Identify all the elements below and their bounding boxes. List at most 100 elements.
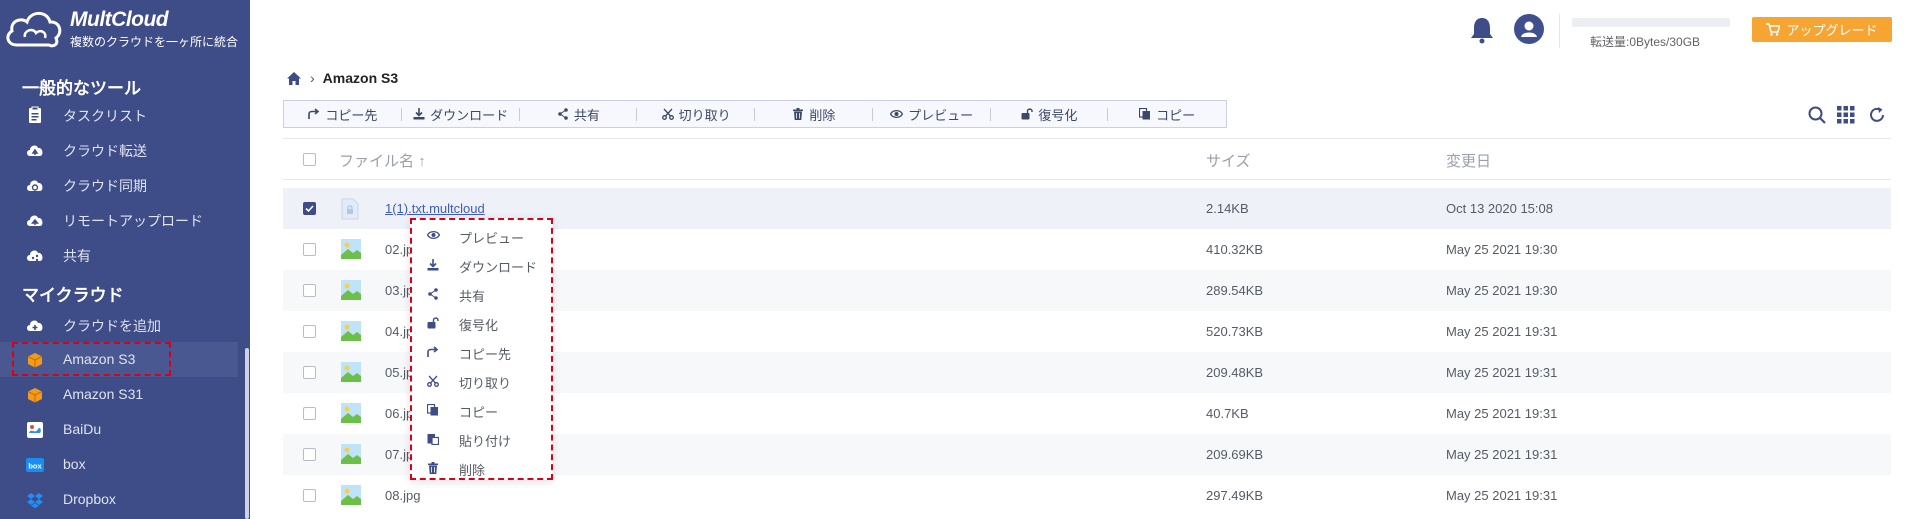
toolbar-label: プレビュー	[908, 107, 974, 123]
grid-view-icon[interactable]	[1837, 106, 1855, 124]
sidebar-item-amazon-s31[interactable]: Amazon S31	[0, 377, 238, 412]
column-header-modified[interactable]: 変更日	[1446, 150, 1491, 171]
cloud-sync-icon	[27, 180, 43, 191]
row-checkbox[interactable]	[303, 243, 316, 256]
context-preview[interactable]: プレビュー	[412, 222, 551, 251]
delete-button[interactable]: 削除	[755, 101, 873, 127]
context-delete[interactable]: 削除	[412, 454, 551, 483]
image-file-icon	[341, 239, 361, 259]
sidebar-item-label: クラウド転送	[63, 143, 147, 159]
row-checkbox[interactable]	[303, 407, 316, 420]
sidebar-item-label: リモートアップロード	[63, 213, 203, 229]
avatar[interactable]	[1514, 14, 1544, 44]
toolbar-label: 復号化	[1038, 107, 1078, 123]
context-download[interactable]: ダウンロード	[412, 251, 551, 280]
eye-icon	[427, 230, 440, 240]
row-checkbox[interactable]	[303, 448, 316, 461]
sidebar-item-box[interactable]: box box	[0, 447, 238, 482]
home-icon[interactable]	[286, 71, 302, 86]
decrypt-button[interactable]: 復号化	[991, 101, 1109, 127]
download-button[interactable]: ダウンロード	[402, 101, 520, 127]
context-label: 切り取り	[459, 376, 512, 391]
file-size: 297.49KB	[1206, 488, 1264, 503]
sidebar-item-remote-upload[interactable]: リモートアップロード	[0, 202, 238, 237]
row-checkbox[interactable]	[303, 284, 316, 297]
toolbar-label: 切り取り	[678, 107, 731, 123]
sidebar-item-cloud-transfer[interactable]: クラウド転送	[0, 132, 238, 167]
unlock-icon	[1021, 108, 1034, 120]
file-name-link[interactable]: 1(1).txt.multcloud	[385, 201, 485, 216]
baidu-icon	[27, 422, 43, 438]
image-file-icon	[341, 280, 361, 300]
logo[interactable]: MultCloud 複数のクラウドを一ヶ所に統合	[0, 0, 250, 56]
paste-icon	[427, 434, 439, 445]
bell-icon[interactable]	[1470, 16, 1494, 44]
file-size: 2.14KB	[1206, 201, 1249, 216]
sidebar-item-cloud-sync[interactable]: クラウド同期	[0, 167, 238, 202]
row-checkbox[interactable]	[303, 202, 316, 215]
image-file-icon	[341, 444, 361, 464]
cloud-transfer-icon	[27, 145, 43, 156]
user-icon	[1521, 21, 1537, 37]
add-cloud-button[interactable]: クラウドを追加	[0, 307, 238, 342]
file-date: Oct 13 2020 15:08	[1446, 201, 1553, 216]
row-checkbox[interactable]	[303, 366, 316, 379]
context-copy-to[interactable]: コピー先	[412, 338, 551, 367]
copy-icon	[427, 404, 438, 416]
column-header-name[interactable]: ファイル名 ↑	[339, 150, 426, 171]
context-paste[interactable]: 貼り付け	[412, 425, 551, 454]
context-label: 復号化	[459, 318, 499, 333]
scissors-icon	[427, 375, 439, 387]
sidebar-item-share[interactable]: 共有	[0, 237, 238, 272]
context-decrypt[interactable]: 復号化	[412, 309, 551, 338]
sidebar-item-label: Dropbox	[63, 491, 116, 507]
app-subtitle: 複数のクラウドを一ヶ所に統合	[70, 35, 239, 49]
preview-button[interactable]: プレビュー	[873, 101, 991, 127]
context-copy[interactable]: コピー	[412, 396, 551, 425]
cut-button[interactable]: 切り取り	[637, 101, 755, 127]
copy-button[interactable]: コピー	[1108, 101, 1226, 127]
share-button[interactable]: 共有	[520, 101, 638, 127]
row-checkbox[interactable]	[303, 325, 316, 338]
sidebar-item-dropbox[interactable]: Dropbox	[0, 482, 238, 517]
context-cut[interactable]: 切り取り	[412, 367, 551, 396]
locked-file-icon	[341, 198, 359, 220]
sidebar-scrollbar[interactable]	[245, 348, 249, 519]
scissors-icon	[661, 108, 674, 120]
file-toolbar: コピー先 ダウンロード 共有 切り取り 削除 プレビュー 復号化 コピー	[283, 100, 1227, 128]
sidebar-item-task-list[interactable]: タスクリスト	[0, 97, 238, 132]
highlight-annotation	[12, 342, 171, 376]
file-date: May 25 2021 19:31	[1446, 406, 1558, 421]
toolbar-label: コピー先	[325, 107, 378, 123]
file-size: 289.54KB	[1206, 283, 1264, 298]
chevron-right-icon: ›	[310, 70, 315, 86]
file-name[interactable]: 08.jpg	[385, 488, 420, 503]
share-cloud-icon	[27, 250, 43, 262]
search-icon[interactable]	[1808, 106, 1826, 124]
cart-icon	[1766, 23, 1781, 36]
checkmark-icon	[305, 205, 314, 213]
refresh-icon[interactable]	[1868, 106, 1886, 124]
quota-text: 転送量:0Bytes/30GB	[1590, 35, 1701, 49]
upgrade-button[interactable]: アップグレード	[1752, 17, 1892, 42]
context-label: コピー先	[459, 347, 512, 362]
copy-to-button[interactable]: コピー先	[284, 101, 402, 127]
image-file-icon	[341, 403, 361, 423]
svg-text:box: box	[28, 462, 42, 471]
file-size: 410.32KB	[1206, 242, 1264, 257]
add-cloud-label: クラウドを追加	[63, 318, 161, 334]
context-menu: プレビュー ダウンロード 共有 復号化 コピー先 切り取り コピー 貼り付け 削…	[410, 218, 553, 480]
column-header-size[interactable]: サイズ	[1206, 150, 1251, 171]
sidebar-item-baidu[interactable]: BaiDu	[0, 412, 238, 447]
context-label: コピー	[459, 405, 499, 420]
quota-progress-bar	[1572, 18, 1730, 27]
select-all-checkbox[interactable]	[303, 153, 316, 166]
file-date: May 25 2021 19:30	[1446, 242, 1558, 257]
download-icon	[427, 259, 439, 271]
image-file-icon	[341, 362, 361, 382]
context-share[interactable]: 共有	[412, 280, 551, 309]
context-label: ダウンロード	[459, 260, 538, 275]
breadcrumb-current[interactable]: Amazon S3	[323, 70, 398, 86]
row-checkbox[interactable]	[303, 489, 316, 502]
file-size: 40.7KB	[1206, 406, 1249, 421]
